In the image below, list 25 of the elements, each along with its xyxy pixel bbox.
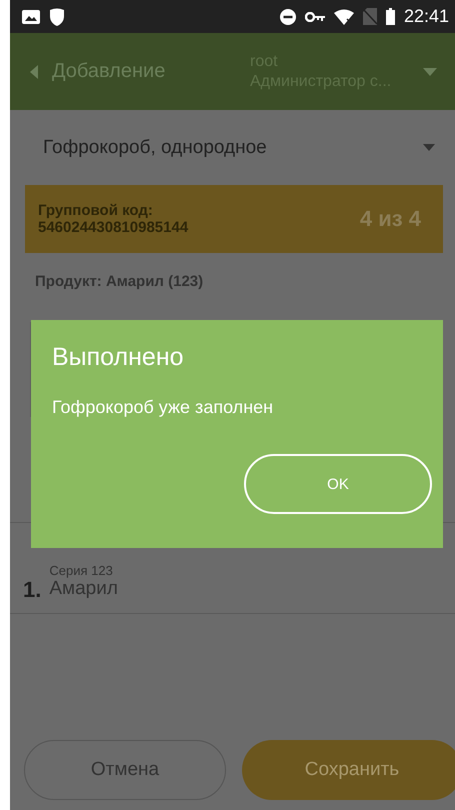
package-type-dropdown[interactable]: Гофрокороб, однородное	[10, 110, 455, 185]
key-icon	[304, 12, 325, 22]
list-item[interactable]: 1. Серия 123 Амарил	[10, 553, 455, 614]
item-series: Серия 123	[49, 563, 114, 578]
product-label: Продукт: Амарил (123)	[34, 272, 204, 292]
item-number: 1.	[23, 577, 42, 603]
group-code-value: 546024430810985144	[38, 219, 188, 236]
cancel-button[interactable]: Отмена	[24, 740, 226, 800]
group-code-label: Групповой код:	[38, 202, 154, 219]
clock-time: 22:41	[404, 6, 449, 27]
caret-icon	[423, 144, 435, 151]
dialog-title: Выполнено	[52, 343, 185, 372]
battery-icon	[386, 8, 395, 25]
item-name: Амарил	[49, 578, 118, 600]
back-icon	[30, 64, 38, 78]
image-icon	[22, 10, 40, 24]
save-button[interactable]: Сохранить	[242, 740, 455, 800]
do-not-disturb-icon	[280, 8, 296, 24]
shield-icon	[49, 8, 65, 26]
no-sim-icon	[362, 8, 377, 25]
package-type-value: Гофрокороб, однородное	[43, 136, 267, 158]
wifi-icon	[334, 8, 354, 24]
ok-button[interactable]: OK	[244, 454, 432, 514]
dialog-message: Гофрокороб уже заполнен	[52, 397, 274, 418]
dropdown-caret-icon[interactable]	[423, 68, 437, 76]
